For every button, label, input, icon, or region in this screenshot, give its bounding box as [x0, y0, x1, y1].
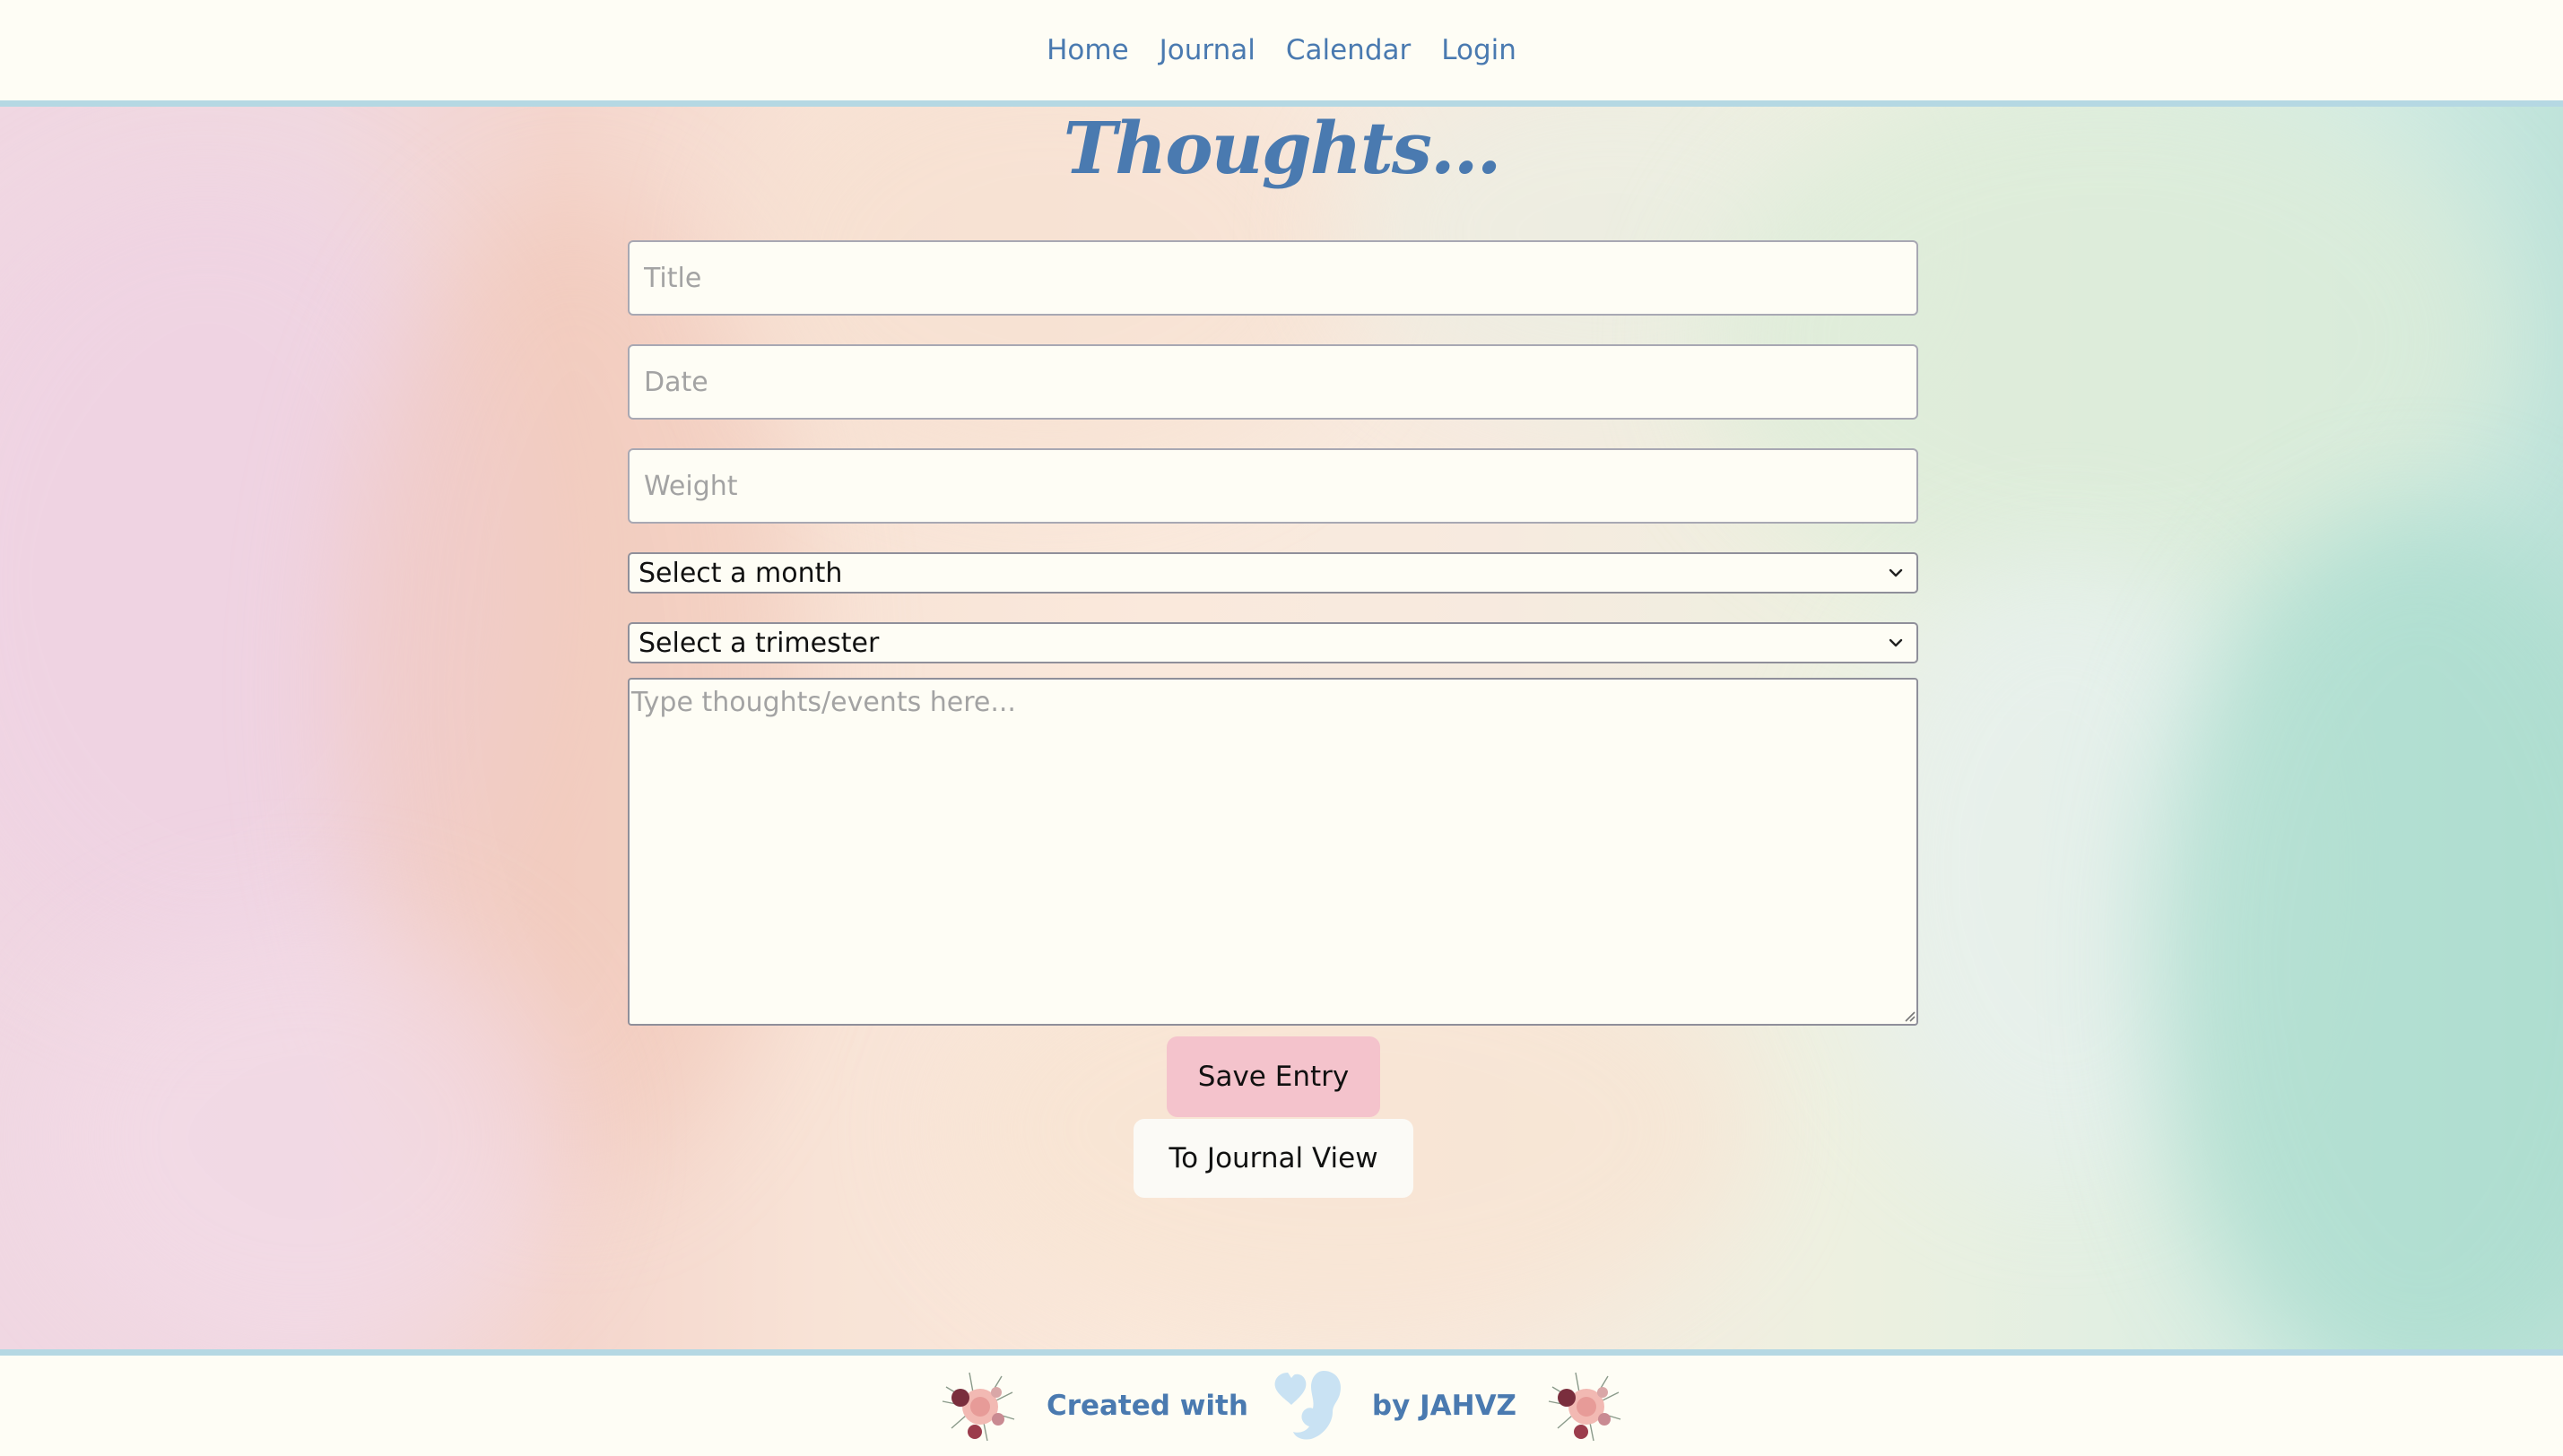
month-select-value: Select a month — [639, 557, 843, 589]
nav-calendar-link[interactable]: Calendar — [1286, 34, 1411, 66]
save-entry-button[interactable]: Save Entry — [1167, 1036, 1380, 1117]
chevron-down-icon — [1889, 568, 1903, 577]
month-select[interactable]: Select a month — [628, 552, 1918, 594]
trimester-select-value: Select a trimester — [639, 627, 880, 659]
nav-login-link[interactable]: Login — [1441, 34, 1516, 66]
thoughts-textarea[interactable] — [628, 678, 1918, 1026]
top-nav: Home Journal Calendar Login — [0, 0, 2563, 107]
title-input[interactable] — [628, 240, 1918, 316]
footer: Created with by JAHVZ — [0, 1349, 2563, 1456]
flower-bouquet-icon — [1548, 1372, 1621, 1442]
created-with-text: Created with — [1046, 1390, 1248, 1422]
journal-view-button[interactable]: To Journal View — [1134, 1119, 1413, 1198]
author-text: by JAHVZ — [1371, 1390, 1517, 1422]
baby-heart-icon — [1274, 1371, 1341, 1440]
flower-bouquet-icon — [942, 1372, 1015, 1442]
resize-handle-icon[interactable] — [1901, 1008, 1916, 1022]
trimester-select[interactable]: Select a trimester — [628, 622, 1918, 663]
nav-journal-link[interactable]: Journal — [1160, 34, 1255, 66]
weight-input[interactable] — [628, 448, 1918, 524]
date-input[interactable] — [628, 344, 1918, 420]
nav-home-link[interactable]: Home — [1047, 34, 1129, 66]
page-title: Thoughts... — [1063, 106, 1502, 190]
chevron-down-icon — [1889, 638, 1903, 647]
